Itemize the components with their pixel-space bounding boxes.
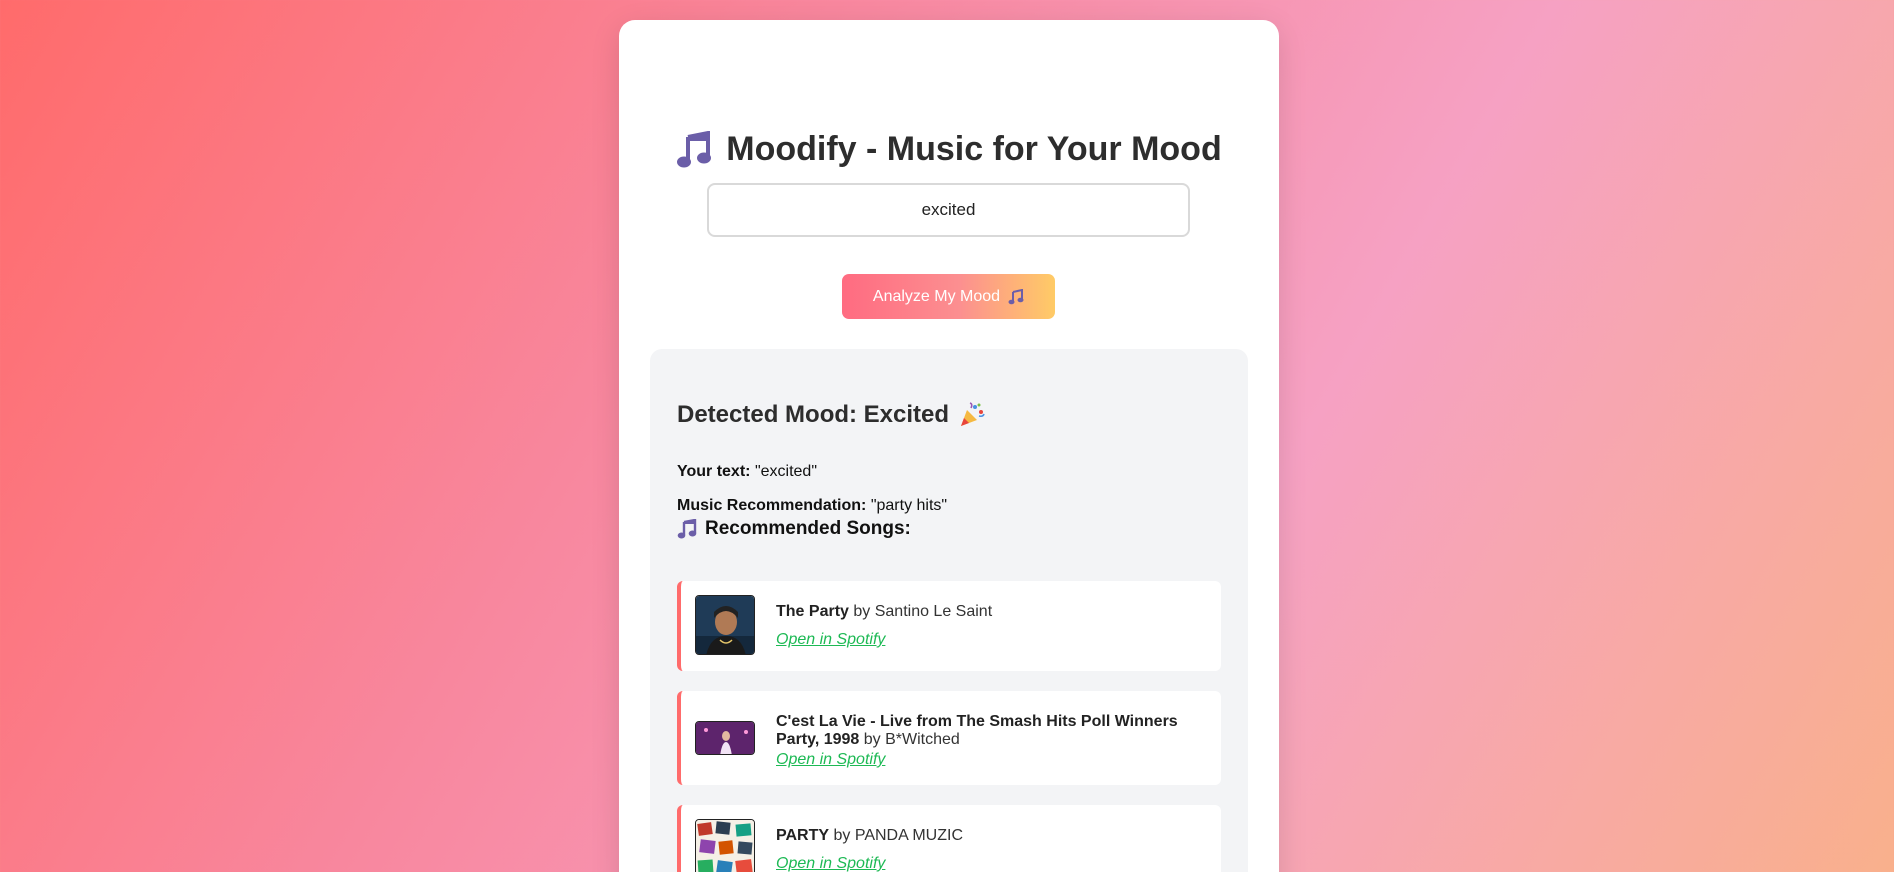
your-text-value: "excited"	[754, 463, 817, 480]
recommended-songs-text: Recommended Songs:	[705, 518, 911, 539]
open-in-spotify-link[interactable]: Open in Spotify	[776, 751, 885, 769]
song-artist: by Santino Le Saint	[853, 603, 993, 620]
party-popper-icon	[961, 402, 985, 426]
music-note-icon	[677, 130, 712, 167]
song-item: The Party by Santino Le Saint Open in Sp…	[677, 581, 1221, 671]
album-art	[695, 721, 755, 755]
open-in-spotify-link[interactable]: Open in Spotify	[776, 855, 885, 872]
analyze-mood-label: Analyze My Mood	[872, 287, 1001, 305]
song-info: C'est La Vie - Live from The Smash Hits …	[776, 713, 1201, 749]
song-artist: by PANDA MUZIC	[833, 827, 964, 844]
page-title-text: Moodify - Music for Your Mood	[726, 130, 1222, 168]
page-title: Moodify - Music for Your Mood	[619, 130, 1279, 169]
song-artist: by B*Witched	[863, 731, 960, 748]
mood-input[interactable]	[707, 183, 1190, 237]
main-card: Moodify - Music for Your Mood Analyze My…	[619, 20, 1279, 872]
song-info: PARTY by PANDA MUZIC	[776, 827, 1201, 845]
album-art	[695, 819, 755, 872]
recommended-songs-heading: Recommended Songs:	[677, 518, 911, 540]
detected-mood-text: Detected Mood: Excited	[677, 401, 950, 428]
open-in-spotify-link[interactable]: Open in Spotify	[776, 631, 885, 649]
song-item: C'est La Vie - Live from The Smash Hits …	[677, 691, 1221, 785]
song-title: C'est La Vie - Live from The Smash Hits …	[776, 713, 1178, 748]
your-text-label: Your text:	[677, 463, 751, 480]
your-text-row: Your text: "excited"	[677, 463, 817, 481]
detected-mood-heading: Detected Mood: Excited	[677, 401, 985, 429]
song-title: The Party	[776, 603, 849, 620]
recommendation-label: Music Recommendation:	[677, 497, 867, 514]
music-notes-icon	[1008, 288, 1024, 304]
album-art	[695, 595, 755, 655]
recommendation-row: Music Recommendation: "party hits"	[677, 497, 947, 515]
recommendation-value: "party hits"	[870, 497, 948, 514]
analyze-mood-button[interactable]: Analyze My Mood	[842, 274, 1055, 319]
song-title: PARTY	[776, 827, 830, 844]
song-info: The Party by Santino Le Saint	[776, 603, 1201, 621]
music-note-icon	[677, 519, 697, 539]
result-panel: Detected Mood: Excited Your text: "excit…	[650, 349, 1248, 872]
song-item: PARTY by PANDA MUZIC Open in Spotify	[677, 805, 1221, 872]
